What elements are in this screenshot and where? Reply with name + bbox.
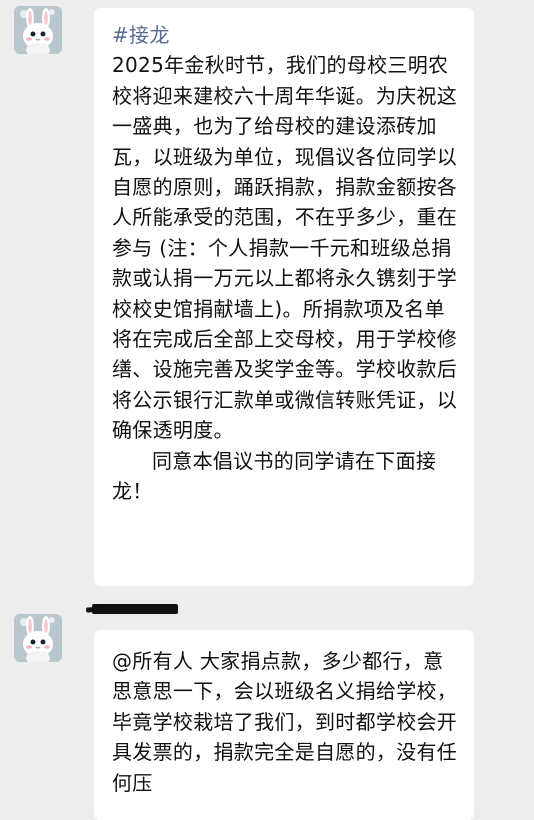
sender-avatar[interactable] (14, 614, 62, 662)
message-text: @所有人 大家捐点款，多少都行，意思意思一下，会以班级名义捐给学校，毕竟学校栽培… (112, 649, 458, 795)
message-text: 2025年金秋时节，我们的母校三明农校将迎来建校六十周年华诞。为庆祝这一盛典，也… (112, 53, 458, 443)
sender-avatar[interactable] (14, 6, 62, 54)
hashtag-label[interactable]: #接龙 (112, 20, 460, 50)
white-rabbit-avatar-icon (14, 6, 62, 54)
white-rabbit-avatar-icon (14, 614, 62, 662)
message-bubble[interactable]: #接龙 2025年金秋时节，我们的母校三明农校将迎来建校六十周年华诞。为庆祝这一… (94, 8, 474, 586)
message-closing: 同意本倡议书的同学请在下面接龙！ (112, 446, 460, 507)
message-bubble[interactable]: @所有人 大家捐点款，多少都行，意思意思一下，会以班级名义捐给学校，毕竟学校栽培… (94, 630, 474, 820)
closing-text: 同意本倡议书的同学请在下面接龙！ (112, 448, 437, 504)
redacted-sender-name (92, 604, 178, 614)
